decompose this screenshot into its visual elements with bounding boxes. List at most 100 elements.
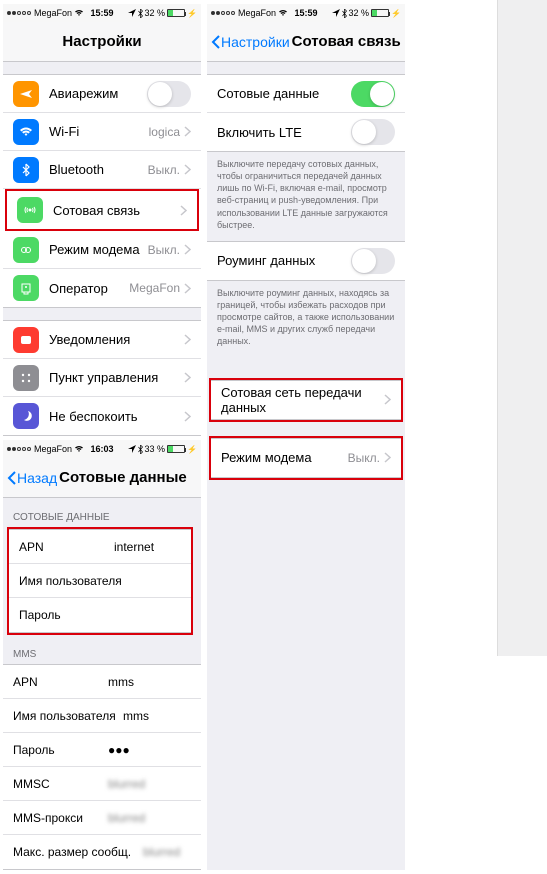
- hotspot-icon: [13, 237, 39, 263]
- row-value: logica: [149, 125, 180, 139]
- field-label: Макс. размер сообщ.: [13, 845, 143, 859]
- chevron-right-icon: [384, 394, 391, 405]
- row-label: Пункт управления: [49, 370, 184, 385]
- chevron-right-icon: [184, 411, 191, 422]
- charging-icon: ⚡: [187, 9, 197, 18]
- row-notifications[interactable]: Уведомления: [3, 321, 201, 359]
- highlight-apn-group: APNinternet Имя пользователя Пароль: [7, 527, 193, 635]
- location-icon: [128, 445, 136, 453]
- row-control-center[interactable]: Пункт управления: [3, 359, 201, 397]
- section-header: MMS: [3, 635, 201, 664]
- charging-icon: ⚡: [187, 445, 197, 454]
- page-title: Сотовые данные: [59, 469, 187, 486]
- battery-icon: [167, 445, 185, 453]
- clock: 15:59: [294, 8, 317, 18]
- row-cellular[interactable]: Сотовая связь: [7, 191, 197, 229]
- nav-bar: Настройки: [3, 22, 201, 62]
- battery-icon: [167, 9, 185, 17]
- carrier-label: MegaFon: [238, 8, 276, 18]
- row-cellular-data[interactable]: Сотовые данные: [207, 75, 405, 113]
- row-label: Сотовые данные: [217, 86, 351, 101]
- carrier-label: MegaFon: [34, 8, 72, 18]
- charging-icon: ⚡: [391, 9, 401, 18]
- row-label: Авиарежим: [49, 86, 147, 101]
- description-text: Выключите передачу сотовых данных, чтобы…: [207, 152, 405, 241]
- nav-bar: Настройки Сотовая связь: [207, 22, 405, 62]
- battery-pct: 33 %: [145, 444, 166, 454]
- status-bar: MegaFon 15:59 32 % ⚡: [3, 4, 201, 22]
- field-value: mms: [108, 675, 134, 689]
- field-mms-proxy[interactable]: MMS-проксиblurred: [3, 801, 201, 835]
- lte-toggle[interactable]: [351, 119, 395, 145]
- field-label: APN: [19, 540, 114, 554]
- chevron-right-icon: [184, 334, 191, 345]
- bluetooth-settings-icon: [13, 157, 39, 183]
- row-label: Режим модема: [221, 450, 348, 465]
- highlight-network: Сотовая сеть передачи данных: [209, 378, 403, 422]
- airplane-toggle[interactable]: [147, 81, 191, 107]
- control-center-icon: [13, 365, 39, 391]
- field-username[interactable]: Имя пользователя: [9, 564, 191, 598]
- field-apn[interactable]: APNinternet: [9, 530, 191, 564]
- carrier-icon: [13, 275, 39, 301]
- field-value: blurred: [143, 845, 180, 859]
- settings-group-1: Авиарежим Wi-Fi logica Bluetooth Выкл. С…: [3, 74, 201, 308]
- field-mmsc[interactable]: MMSCblurred: [3, 767, 201, 801]
- row-roaming[interactable]: Роуминг данных: [207, 242, 405, 280]
- field-value: ●●●: [108, 743, 130, 757]
- back-button[interactable]: Назад: [3, 470, 57, 486]
- row-hotspot[interactable]: Режим модема Выкл.: [3, 231, 201, 269]
- cellular-screen: MegaFon 15:59 32 % ⚡ Настройки Сотовая с…: [207, 4, 405, 870]
- chevron-right-icon: [180, 205, 187, 216]
- row-bluetooth[interactable]: Bluetooth Выкл.: [3, 151, 201, 189]
- section-header: СОТОВЫЕ ДАННЫЕ: [3, 498, 201, 527]
- row-data-network[interactable]: Сотовая сеть передачи данных: [211, 381, 401, 419]
- bluetooth-icon: [138, 9, 143, 18]
- row-value: Выкл.: [148, 243, 180, 257]
- battery-icon: [371, 9, 389, 17]
- page-title: Настройки: [62, 33, 141, 50]
- field-value: blurred: [108, 811, 145, 825]
- row-label: Bluetooth: [49, 162, 148, 177]
- field-label: Имя пользователя: [19, 574, 122, 588]
- nav-bar: Назад Сотовые данные: [3, 458, 201, 498]
- row-carrier[interactable]: Оператор MegaFon: [3, 269, 201, 307]
- field-value: blurred: [108, 777, 145, 791]
- chevron-right-icon: [184, 283, 191, 294]
- highlight-cellular: Сотовая связь: [5, 189, 199, 231]
- wifi-icon: [74, 9, 84, 17]
- row-value: Выкл.: [148, 163, 180, 177]
- cellular-icon: [17, 197, 43, 223]
- row-label: Wi-Fi: [49, 124, 149, 139]
- field-mms-password[interactable]: Пароль●●●: [3, 733, 201, 767]
- cellular-data-screen: MegaFon 16:03 33 % ⚡ Назад Сотовые данны…: [3, 440, 201, 870]
- back-button[interactable]: Настройки: [207, 34, 290, 50]
- field-mms-username[interactable]: Имя пользователяmms: [3, 699, 201, 733]
- chevron-right-icon: [184, 164, 191, 175]
- row-wifi[interactable]: Wi-Fi logica: [3, 113, 201, 151]
- field-mms-apn[interactable]: APNmms: [3, 665, 201, 699]
- battery-pct: 32 %: [145, 8, 166, 18]
- status-bar: MegaFon 15:59 32 % ⚡: [207, 4, 405, 22]
- row-value: Выкл.: [348, 451, 380, 465]
- row-hotspot2[interactable]: Режим модема Выкл.: [211, 439, 401, 477]
- field-label: MMSC: [13, 777, 108, 791]
- row-lte[interactable]: Включить LTE: [207, 113, 405, 151]
- apn-group: APNinternet Имя пользователя Пароль: [9, 529, 191, 633]
- cellular-data-toggle[interactable]: [351, 81, 395, 107]
- wifi-icon: [74, 445, 84, 453]
- clock: 15:59: [90, 8, 113, 18]
- row-dnd[interactable]: Не беспокоить: [3, 397, 201, 435]
- location-icon: [332, 9, 340, 17]
- field-label: APN: [13, 675, 108, 689]
- back-label: Назад: [17, 470, 57, 486]
- chevron-right-icon: [184, 244, 191, 255]
- field-label: Пароль: [19, 608, 114, 622]
- row-airplane[interactable]: Авиарежим: [3, 75, 201, 113]
- field-mms-max[interactable]: Макс. размер сообщ.blurred: [3, 835, 201, 869]
- field-password[interactable]: Пароль: [9, 598, 191, 632]
- row-label: Уведомления: [49, 332, 184, 347]
- bluetooth-icon: [342, 9, 347, 18]
- highlight-hotspot: Режим модема Выкл.: [209, 436, 403, 480]
- roaming-toggle[interactable]: [351, 248, 395, 274]
